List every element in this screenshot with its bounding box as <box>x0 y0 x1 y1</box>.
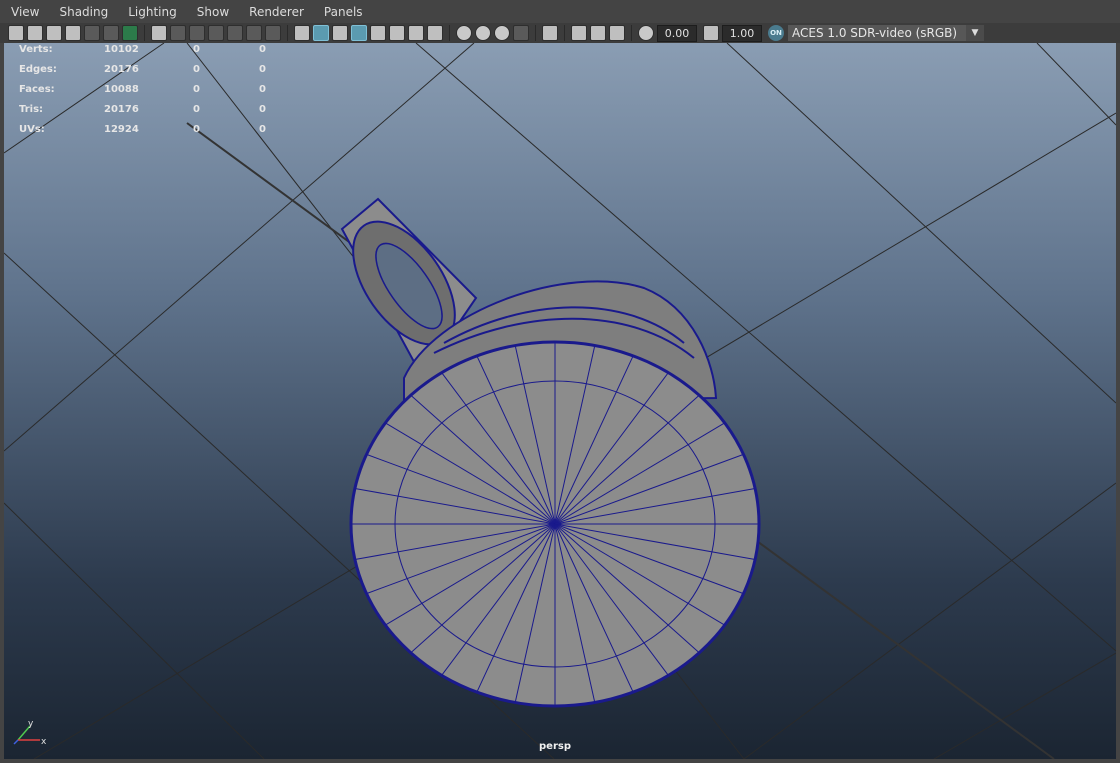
stat-label: Verts: <box>19 44 53 55</box>
menu-show[interactable]: Show <box>186 5 238 19</box>
toolbar-separator <box>144 25 145 41</box>
menu-panels[interactable]: Panels <box>313 5 372 19</box>
color-management-toggle[interactable]: ON <box>768 25 784 41</box>
hud-icon[interactable] <box>609 25 625 41</box>
gate-mask-icon[interactable] <box>208 25 224 41</box>
toolbar-separator <box>535 25 536 41</box>
stat-label: Tris: <box>19 104 44 115</box>
stat-value: 20176 <box>104 64 139 75</box>
panel-toolbar: 0.00 1.00 ON ACES 1.0 SDR-video (sRGB) ▼ <box>0 23 1120 43</box>
stat-value: 0 <box>193 84 200 95</box>
smooth-shade-icon[interactable] <box>313 25 329 41</box>
2d-pan-zoom-icon[interactable] <box>103 25 119 41</box>
isolate-select-icon[interactable] <box>542 25 558 41</box>
resolution-gate-icon[interactable] <box>189 25 205 41</box>
grease-pencil-icon[interactable] <box>122 25 138 41</box>
stat-value: 12924 <box>104 124 139 135</box>
stat-value: 0 <box>193 104 200 115</box>
view-transform-dropdown[interactable]: ACES 1.0 SDR-video (sRGB) ▼ <box>788 25 984 41</box>
shadows-icon[interactable] <box>408 25 424 41</box>
wireframe-icon[interactable] <box>294 25 310 41</box>
default-material-icon[interactable] <box>332 25 348 41</box>
xray-components-icon[interactable] <box>590 25 606 41</box>
stat-row-faces: Faces: 10088 0 0 <box>19 84 279 104</box>
bookmarks-icon[interactable] <box>46 25 62 41</box>
film-gate-icon[interactable] <box>170 25 186 41</box>
scene-svg <box>4 43 1116 759</box>
screen-space-ao-icon[interactable] <box>456 25 472 41</box>
grid-line <box>1036 43 1116 126</box>
view-transform-label: ACES 1.0 SDR-video (sRGB) <box>792 26 958 40</box>
wireframe-on-shaded-icon[interactable] <box>351 25 367 41</box>
poly-count-hud: Verts: 10102 0 0 Edges: 20176 0 0 Faces:… <box>19 44 279 144</box>
stat-row-uvs: UVs: 12924 0 0 <box>19 124 279 144</box>
stat-value: 0 <box>193 44 200 55</box>
toolbar-separator <box>449 25 450 41</box>
toolbar-separator <box>631 25 632 41</box>
lighting-icon[interactable] <box>389 25 405 41</box>
mug-bottom-cap <box>349 340 761 708</box>
depth-of-field-icon[interactable] <box>513 25 529 41</box>
stat-value: 0 <box>193 64 200 75</box>
safe-title-icon[interactable] <box>265 25 281 41</box>
toolbar-separator <box>287 25 288 41</box>
camera-name-label: persp <box>539 741 571 752</box>
menu-shading[interactable]: Shading <box>48 5 117 19</box>
safe-action-icon[interactable] <box>246 25 262 41</box>
grid-line <box>933 652 1116 759</box>
stat-value: 0 <box>193 124 200 135</box>
stat-row-verts: Verts: 10102 0 0 <box>19 44 279 64</box>
axis-x-label: x <box>41 737 47 747</box>
grid-icon[interactable] <box>151 25 167 41</box>
gamma-icon[interactable] <box>703 25 719 41</box>
field-chart-icon[interactable] <box>227 25 243 41</box>
grid-line <box>743 482 1116 759</box>
multisample-aa-icon[interactable] <box>494 25 510 41</box>
stat-value: 0 <box>259 124 266 135</box>
menu-lighting[interactable]: Lighting <box>117 5 186 19</box>
grid-line <box>726 43 1116 404</box>
toolbar-separator <box>564 25 565 41</box>
stat-label: UVs: <box>19 124 45 135</box>
exposure-icon[interactable] <box>638 25 654 41</box>
xray-joints-icon[interactable] <box>571 25 587 41</box>
chevron-down-icon[interactable]: ▼ <box>966 25 984 41</box>
perspective-viewport[interactable]: Verts: 10102 0 0 Edges: 20176 0 0 Faces:… <box>4 43 1116 759</box>
stat-row-tris: Tris: 20176 0 0 <box>19 104 279 124</box>
stat-value: 10102 <box>104 44 139 55</box>
bookmark-icon[interactable] <box>65 25 81 41</box>
select-camera-icon[interactable] <box>8 25 24 41</box>
stat-value: 20176 <box>104 104 139 115</box>
camera-attributes-icon[interactable] <box>27 25 43 41</box>
menu-renderer[interactable]: Renderer <box>238 5 313 19</box>
gamma-field[interactable]: 1.00 <box>722 24 762 42</box>
xray-icon[interactable] <box>427 25 443 41</box>
textured-icon[interactable] <box>370 25 386 41</box>
stat-row-edges: Edges: 20176 0 0 <box>19 64 279 84</box>
exposure-field[interactable]: 0.00 <box>657 24 697 42</box>
motion-blur-icon[interactable] <box>475 25 491 41</box>
menu-view[interactable]: View <box>0 5 48 19</box>
stat-label: Faces: <box>19 84 55 95</box>
viewport-menubar: View Shading Lighting Show Renderer Pane… <box>0 0 1120 23</box>
stat-value: 0 <box>259 64 266 75</box>
stat-value: 0 <box>259 104 266 115</box>
bottom-cap-wireframe <box>351 342 759 706</box>
stat-value: 0 <box>259 84 266 95</box>
axis-gizmo-icon: y x <box>13 719 47 747</box>
stat-value: 0 <box>259 44 266 55</box>
stat-value: 10088 <box>104 84 139 95</box>
image-plane-icon[interactable] <box>84 25 100 41</box>
axis-y-label: y <box>28 719 34 729</box>
stat-label: Edges: <box>19 64 57 75</box>
